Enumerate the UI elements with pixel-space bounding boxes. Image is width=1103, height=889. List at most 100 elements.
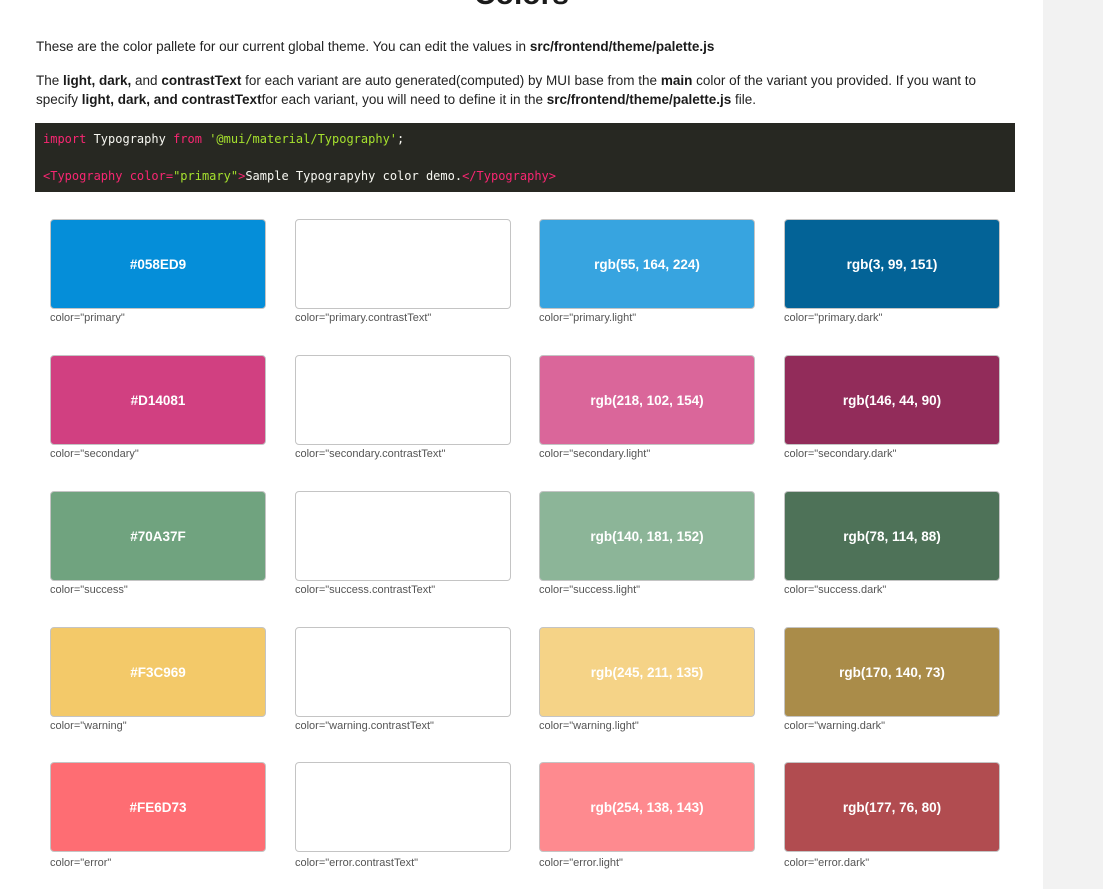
color-swatch xyxy=(295,762,511,852)
color-swatch xyxy=(295,219,511,309)
color-swatch: rgb(218, 102, 154) xyxy=(539,355,755,445)
swatch-card-warning: #F3C969 color="warning" xyxy=(50,627,266,732)
swatch-caption: color="error" xyxy=(50,857,112,869)
detail-paragraph: The light, dark, and contrastText for ea… xyxy=(36,71,1011,109)
swatch-label: rgb(3, 99, 151) xyxy=(846,256,938,272)
swatch-caption: color="error.light" xyxy=(539,857,623,869)
color-swatch: rgb(254, 138, 143) xyxy=(539,762,755,852)
color-swatch xyxy=(295,491,511,581)
swatch-caption: color="success" xyxy=(50,584,128,596)
swatch-caption: color="secondary.contrastText" xyxy=(295,448,446,460)
swatch-label: rgb(245, 211, 135) xyxy=(590,664,704,680)
swatch-label: rgb(78, 114, 88) xyxy=(843,528,941,544)
color-swatch: rgb(170, 140, 73) xyxy=(784,627,1000,717)
color-swatch xyxy=(295,627,511,717)
swatch-caption: color="error.contrastText" xyxy=(295,857,419,869)
color-swatch: rgb(146, 44, 90) xyxy=(784,355,1000,445)
color-swatch: rgb(78, 114, 88) xyxy=(784,491,1000,581)
swatch-caption: color="primary.light" xyxy=(539,312,637,324)
swatch-card-secondary-light: rgb(218, 102, 154) color="secondary.ligh… xyxy=(539,355,755,460)
swatch-label: rgb(218, 102, 154) xyxy=(590,392,704,408)
color-swatch: #058ED9 xyxy=(50,219,266,309)
swatch-card-success-dark: rgb(78, 114, 88) color="success.dark" xyxy=(784,491,1000,596)
swatch-card-primary-light: rgb(55, 164, 224) color="primary.light" xyxy=(539,219,755,324)
swatch-card-secondary-dark: rgb(146, 44, 90) color="secondary.dark" xyxy=(784,355,1000,460)
swatch-label: #D14081 xyxy=(130,392,186,408)
swatch-caption: color="secondary.dark" xyxy=(784,448,897,460)
swatch-label: #70A37F xyxy=(130,528,186,544)
intro-text: These are the color pallete for our curr… xyxy=(36,39,530,54)
swatch-caption: color="warning.contrastText" xyxy=(295,720,434,732)
detail-bold-1: light, dark, xyxy=(63,73,132,88)
detail-text-2: and xyxy=(131,73,162,88)
code-line-import: import Typography from '@mui/material/Ty… xyxy=(43,132,404,146)
swatch-caption: color="primary" xyxy=(50,312,125,324)
color-swatch: rgb(245, 211, 135) xyxy=(539,627,755,717)
detail-bold-5: src/frontend/theme/palette.js xyxy=(546,92,732,107)
detail-text-1: The xyxy=(36,73,64,88)
color-swatch: #70A37F xyxy=(50,491,266,581)
code-open-tag: <Typography xyxy=(43,169,123,183)
code-from-keyword: from xyxy=(173,132,202,146)
swatch-card-warning-light: rgb(245, 211, 135) color="warning.light" xyxy=(539,627,755,732)
code-inner-text: Sample Typograpyhy color demo. xyxy=(245,169,463,183)
code-block: import Typography from '@mui/material/Ty… xyxy=(35,123,1015,192)
code-close-tag: </Typography> xyxy=(462,169,556,183)
swatch-label: rgb(170, 140, 73) xyxy=(839,664,945,680)
color-swatch: rgb(177, 76, 80) xyxy=(784,762,1000,852)
swatch-card-primary: #058ED9 color="primary" xyxy=(50,219,266,324)
swatch-card-warning-dark: rgb(170, 140, 73) color="warning.dark" xyxy=(784,627,1000,732)
swatch-label: #FE6D73 xyxy=(129,799,187,815)
swatch-caption: color="warning.light" xyxy=(539,720,639,732)
color-swatch: rgb(55, 164, 224) xyxy=(539,219,755,309)
swatch-caption: color="success.light" xyxy=(539,584,641,596)
code-attr-value: "primary" xyxy=(173,169,239,183)
swatch-card-warning-contrast: color="warning.contrastText" xyxy=(295,627,511,732)
swatch-caption: color="success.dark" xyxy=(784,584,887,596)
code-semicolon: ; xyxy=(397,132,405,146)
color-swatch: #F3C969 xyxy=(50,627,266,717)
swatch-card-success-contrast: color="success.contrastText" xyxy=(295,491,511,596)
detail-bold-3: main xyxy=(660,73,693,88)
intro-paragraph: These are the color pallete for our curr… xyxy=(36,38,1016,56)
swatch-card-error-light: rgb(254, 138, 143) color="error.light" xyxy=(539,762,755,869)
swatch-label: rgb(254, 138, 143) xyxy=(590,799,704,815)
swatch-caption: color="secondary" xyxy=(50,448,139,460)
swatch-card-success: #70A37F color="success" xyxy=(50,491,266,596)
swatch-card-success-light: rgb(140, 181, 152) color="success.light" xyxy=(539,491,755,596)
swatch-label: rgb(146, 44, 90) xyxy=(842,392,942,408)
swatch-label: #F3C969 xyxy=(130,664,186,680)
color-swatch: #D14081 xyxy=(50,355,266,445)
swatch-label: rgb(140, 181, 152) xyxy=(590,528,704,544)
detail-bold-4: light, dark, and contrastText xyxy=(81,92,262,107)
swatch-card-error: #FE6D73 color="error" xyxy=(50,762,266,869)
detail-text-6: file. xyxy=(731,92,757,107)
swatch-caption: color="primary.dark" xyxy=(784,312,883,324)
swatch-caption: color="primary.contrastText" xyxy=(295,312,432,324)
swatch-label: rgb(177, 76, 80) xyxy=(842,799,942,815)
swatch-card-primary-dark: rgb(3, 99, 151) color="primary.dark" xyxy=(784,219,1000,324)
swatch-card-error-contrast: color="error.contrastText" xyxy=(295,762,511,869)
detail-bold-2: contrastText xyxy=(161,73,242,88)
swatch-card-primary-contrast: color="primary.contrastText" xyxy=(295,219,511,324)
page-content: Colors These are the color pallete for o… xyxy=(0,0,1043,889)
code-module-string: '@mui/material/Typography' xyxy=(201,132,398,146)
color-swatch xyxy=(295,355,511,445)
color-swatch: #FE6D73 xyxy=(50,762,266,852)
swatch-card-secondary-contrast: color="secondary.contrastText" xyxy=(295,355,511,460)
code-attr-name: color= xyxy=(122,169,174,183)
code-line-jsx: <Typography color="primary">Sample Typog… xyxy=(43,169,556,183)
detail-text-3: for each variant are auto generated(comp… xyxy=(241,73,661,88)
swatch-caption: color="success.contrastText" xyxy=(295,584,436,596)
page-title: Colors xyxy=(0,0,1043,12)
swatch-label: rgb(55, 164, 224) xyxy=(594,256,700,272)
swatch-card-secondary: #D14081 color="secondary" xyxy=(50,355,266,460)
swatch-caption: color="secondary.light" xyxy=(539,448,651,460)
code-import-keyword: import xyxy=(43,132,87,146)
swatch-card-error-dark: rgb(177, 76, 80) color="error.dark" xyxy=(784,762,1000,869)
color-swatch: rgb(140, 181, 152) xyxy=(539,491,755,581)
intro-path: src/frontend/theme/palette.js xyxy=(529,39,715,54)
swatch-label: #058ED9 xyxy=(129,256,187,272)
color-swatch: rgb(3, 99, 151) xyxy=(784,219,1000,309)
detail-text-5: for each variant, you will need to defin… xyxy=(261,92,547,107)
